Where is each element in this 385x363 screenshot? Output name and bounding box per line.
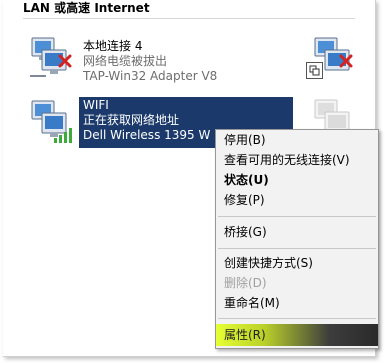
context-menu: 停用(B) 查看可用的无线连接(V) 状态(U) 修复(P) 桥接(G) 创建快… <box>215 129 379 349</box>
menu-separator <box>218 216 376 217</box>
menu-item-delete[interactable]: 删除(D) <box>216 273 378 293</box>
menu-item-properties[interactable]: 属性(R) <box>216 324 378 346</box>
red-x-icon <box>58 53 72 72</box>
connection-device: TAP-Win32 Adapter V8 <box>83 69 218 83</box>
connection-status: 网络电缆被拔出 <box>83 54 168 68</box>
connection-name: 本地连接 4 <box>83 39 143 53</box>
connection-name: WIFI <box>83 98 109 112</box>
menu-item-disable[interactable]: 停用(B) <box>216 130 378 150</box>
wireless-signal-icon <box>53 124 75 148</box>
menu-item-bridge[interactable]: 桥接(G) <box>216 222 378 242</box>
network-connections-panel: LAN 或高速 Internet 本地连接 4 网络电缆被拔出 TAP-Win3… <box>3 0 379 357</box>
menu-separator <box>218 318 376 319</box>
shortcut-arrow-icon <box>306 62 323 79</box>
group-divider <box>23 18 355 19</box>
connection-item-local[interactable]: 本地连接 4 网络电缆被拔出 TAP-Win32 Adapter V8 <box>83 39 217 84</box>
connection-status: 正在获取网络地址 <box>83 113 180 127</box>
menu-item-status[interactable]: 状态(U) <box>216 170 378 190</box>
menu-item-repair[interactable]: 修复(P) <box>216 190 378 210</box>
menu-item-rename[interactable]: 重命名(M) <box>216 293 378 313</box>
menu-item-create-shortcut[interactable]: 创建快捷方式(S) <box>216 253 378 273</box>
menu-item-view-wireless[interactable]: 查看可用的无线连接(V) <box>216 150 378 170</box>
red-x-icon <box>339 53 353 72</box>
group-header: LAN 或高速 Internet <box>23 1 150 15</box>
menu-separator <box>218 248 376 249</box>
